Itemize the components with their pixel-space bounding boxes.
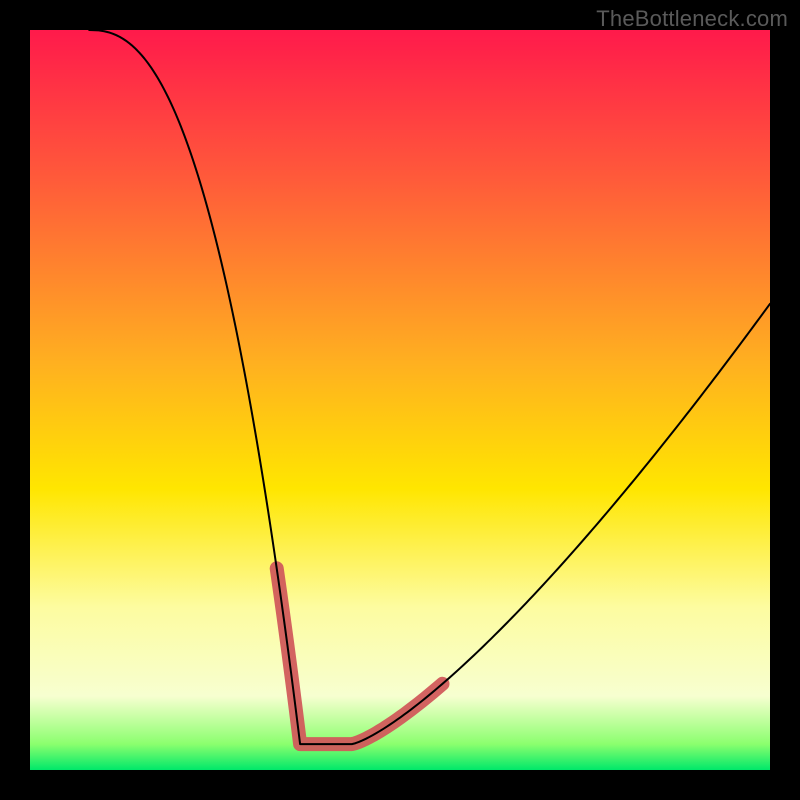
watermark-text: TheBottleneck.com — [596, 6, 788, 32]
gradient-background — [30, 30, 770, 770]
plot-area — [30, 30, 770, 770]
chart-frame: TheBottleneck.com — [0, 0, 800, 800]
bottleneck-curve-chart — [30, 30, 770, 770]
